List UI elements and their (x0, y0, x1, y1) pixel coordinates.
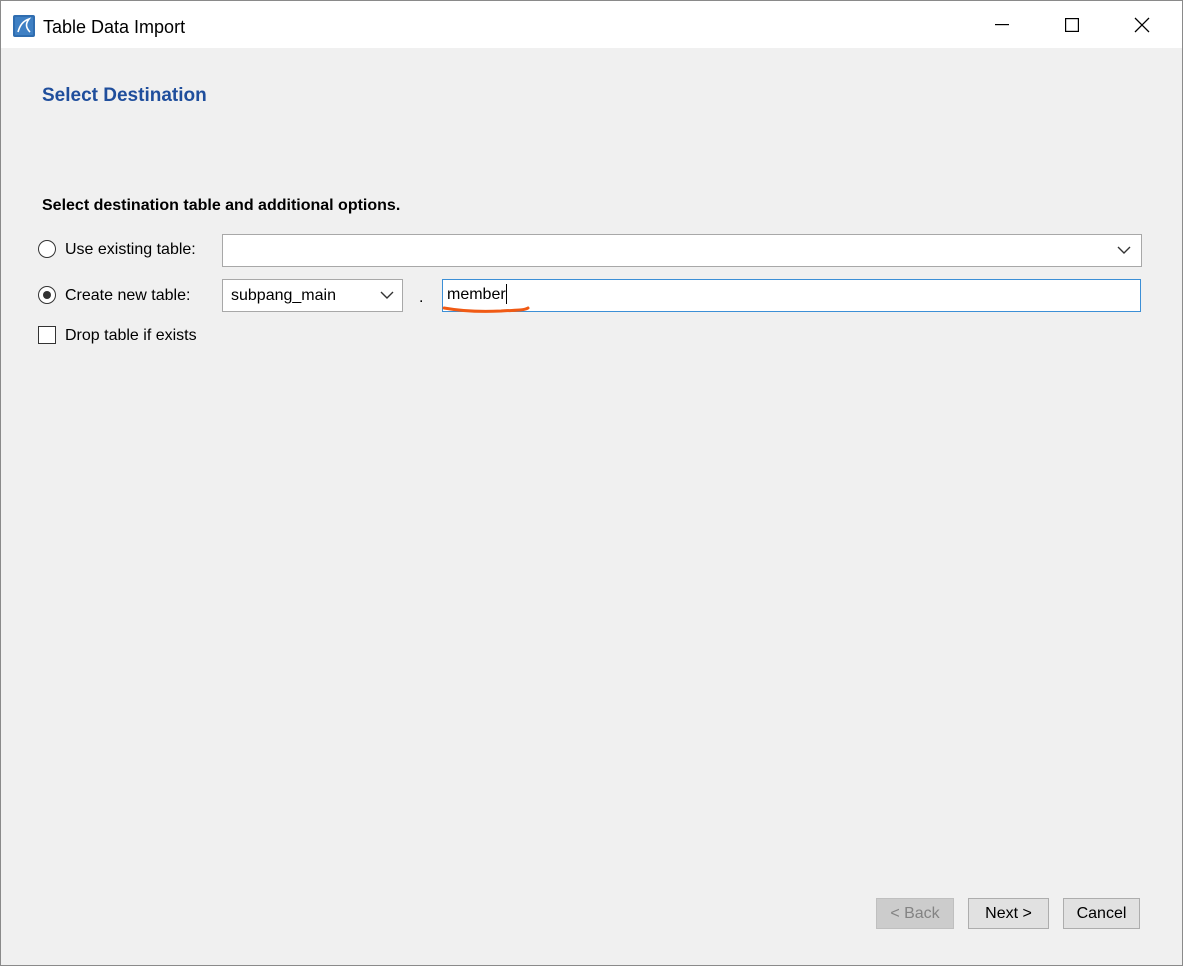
annotation-underline (442, 306, 530, 313)
drop-table-checkbox[interactable] (38, 326, 56, 344)
maximize-icon (1065, 17, 1079, 32)
page-title: Select Destination (42, 85, 207, 106)
close-icon (1134, 17, 1150, 32)
create-new-table-radio[interactable] (38, 286, 56, 304)
create-new-table-label[interactable]: Create new table: (65, 286, 190, 306)
schema-table-separator: . (419, 289, 424, 306)
drop-table-label[interactable]: Drop table if exists (65, 326, 197, 346)
use-existing-table-radio[interactable] (38, 240, 56, 258)
maximize-button[interactable] (1037, 1, 1107, 48)
new-table-name-input[interactable]: member (442, 279, 1141, 312)
mysql-workbench-icon (13, 15, 35, 37)
minimize-button[interactable] (967, 1, 1037, 48)
table-data-import-window: Table Data Import Select Destination Sel… (0, 0, 1183, 966)
page-subtitle: Select destination table and additional … (42, 197, 401, 214)
schema-dropdown[interactable]: subpang_main (222, 279, 403, 312)
window-title: Table Data Import (43, 17, 186, 37)
next-button[interactable]: Next > (968, 898, 1049, 929)
use-existing-table-label[interactable]: Use existing table: (65, 240, 196, 260)
title-bar: Table Data Import (1, 1, 1182, 48)
back-button[interactable]: < Back (876, 898, 954, 929)
existing-table-dropdown[interactable] (222, 234, 1142, 267)
schema-value: subpang_main (231, 287, 336, 304)
close-button[interactable] (1107, 1, 1177, 48)
chevron-down-icon (380, 291, 394, 299)
minimize-icon (995, 23, 1009, 25)
chevron-down-icon (1117, 246, 1131, 254)
cancel-button[interactable]: Cancel (1063, 898, 1140, 929)
